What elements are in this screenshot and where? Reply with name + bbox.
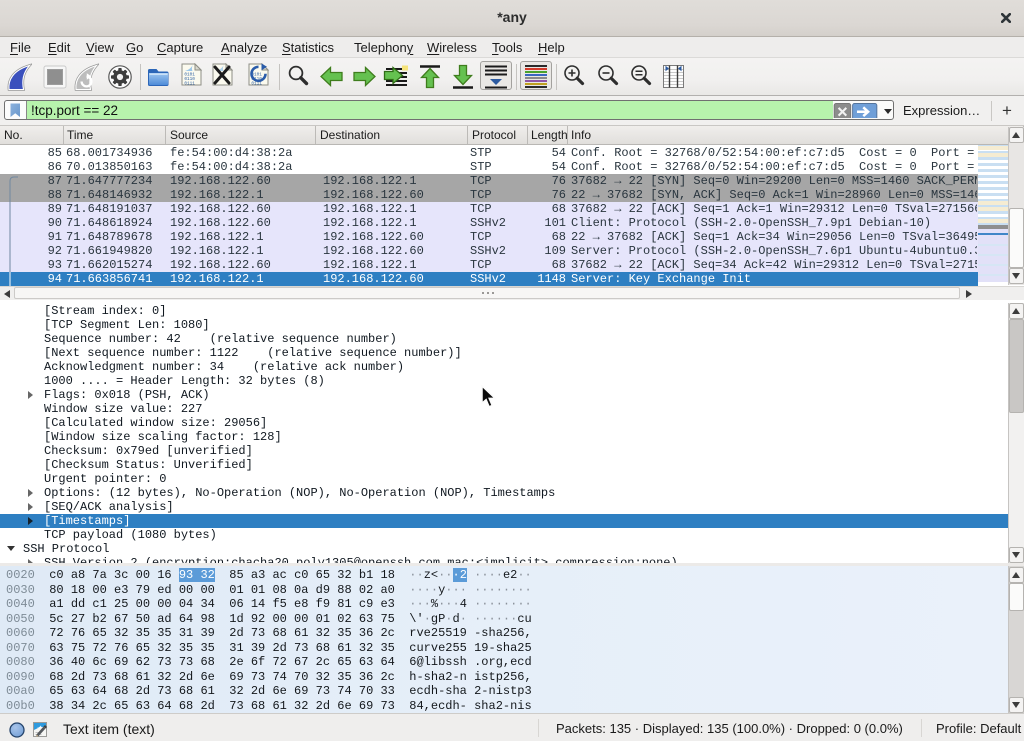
svg-text:0111: 0111 bbox=[251, 81, 262, 86]
svg-text:0111: 0111 bbox=[184, 81, 195, 86]
